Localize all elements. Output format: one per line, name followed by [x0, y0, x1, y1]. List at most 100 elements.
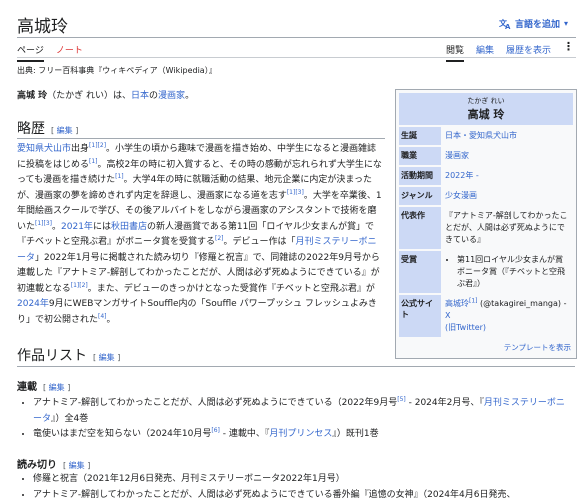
add-language-button[interactable]: 文 A 言語を追加 ▾: [499, 17, 568, 30]
ref-2[interactable]: [2]: [215, 235, 224, 242]
template-link[interactable]: テンプレートを表示: [399, 337, 573, 355]
link-akita-shoten[interactable]: 秋田書店: [111, 222, 147, 232]
ref-2[interactable]: [2]: [79, 282, 88, 289]
work-text: - 連載中、『: [219, 429, 270, 439]
list-item: アナトミア-解剖してわかったことだが、人間は必ず死ぬようにできている番外編『追憶…: [33, 488, 568, 498]
ref-5[interactable]: [5]: [397, 396, 406, 403]
career-text: 。: [106, 314, 116, 325]
ref-6[interactable]: [6]: [211, 427, 220, 434]
edit-section-oneshot[interactable]: [ 編集 ]: [63, 461, 90, 470]
tab-history[interactable]: 履歴を表示: [506, 43, 551, 56]
infobox-row-award: 受賞 第11回ロイヤル少女まんが賞ボニータ賞（『チベットと空飛ぶ君』）: [399, 249, 573, 293]
edit-label[interactable]: 編集: [99, 353, 115, 362]
work-text: 』）全4巻: [51, 413, 89, 424]
work-text: アナトミア-解剖してわかったことだが、人間は必ず死ぬようにできている（2022年…: [33, 398, 398, 408]
ref-1[interactable]: [1]: [89, 142, 98, 149]
link-mangaka[interactable]: 漫画家: [158, 91, 185, 101]
more-menu-icon[interactable]: ⋮: [563, 41, 574, 52]
infobox-key: 活動期間: [399, 167, 441, 185]
ref-2[interactable]: [2]: [98, 142, 107, 149]
ref-1[interactable]: [1]: [115, 173, 124, 180]
infobox-row-occupation: 職業 漫画家: [399, 145, 573, 165]
link-2024[interactable]: 2024年: [17, 299, 49, 309]
career-paragraph: 愛知県犬山市出身[1][2]。小学生の頃から趣味で漫画を描き始め、中学生になると…: [17, 142, 385, 328]
edit-section-serial[interactable]: [ 編集 ]: [43, 383, 70, 392]
works-divider: [17, 366, 575, 367]
subject-name: 高城 玲: [17, 91, 48, 101]
tab-edit[interactable]: 編集: [476, 43, 494, 56]
tab-talk[interactable]: ノート: [56, 43, 83, 62]
svg-text:A: A: [505, 23, 511, 29]
edit-label[interactable]: 編集: [49, 383, 65, 392]
edit-label[interactable]: 編集: [69, 461, 85, 470]
infobox-row-active: 活動期間 2022年 -: [399, 165, 573, 185]
infobox-key: 代表作: [399, 207, 441, 249]
work-text: 』）既刊1巻: [332, 429, 379, 439]
title-divider: [17, 37, 576, 38]
link-twitter[interactable]: (旧Twitter): [445, 323, 486, 332]
work-text: - 2024年2月号、『: [405, 398, 484, 408]
infobox-key: ジャンル: [399, 187, 441, 205]
ref-1[interactable]: [1]: [89, 158, 98, 165]
ref-1[interactable]: [1]: [469, 297, 478, 304]
infobox-val-website: 高城玲[1] (@takagirei_manga) - X (旧Twitter): [441, 295, 573, 337]
infobox-ruby: たかぎ れい: [467, 97, 505, 105]
infobox-name: 高城 玲: [467, 108, 505, 121]
infobox-val-active[interactable]: 2022年 -: [441, 167, 573, 185]
translate-icon: 文 A: [499, 18, 511, 29]
ref-3[interactable]: [3]: [44, 220, 53, 227]
page-title: 高城玲: [17, 17, 68, 37]
tab-read[interactable]: 閲覧: [445, 43, 464, 62]
edit-label[interactable]: 編集: [57, 126, 73, 135]
list-item: 修羅と祝言（2021年12月6日発売、月刊ミステリーボニータ2022年1月号）: [33, 472, 568, 488]
serial-list: アナトミア-解剖してわかったことだが、人間は必ず死ぬようにできている（2022年…: [33, 396, 568, 443]
edit-section-career[interactable]: [ 編集 ]: [51, 126, 78, 135]
ref-4[interactable]: [4]: [98, 313, 107, 320]
edit-section-works[interactable]: [ 編集 ]: [93, 353, 120, 362]
ref-1[interactable]: [1]: [71, 282, 80, 289]
section-heading-works: 作品リスト [ 編集 ]: [17, 345, 120, 365]
list-item: アナトミア-解剖してわかったことだが、人間は必ず死ぬようにできている（2022年…: [33, 396, 568, 427]
infobox-row-genre: ジャンル 少女漫画: [399, 185, 573, 205]
link-princess[interactable]: 月刊プリンセス: [269, 429, 332, 439]
infobox-val-genre[interactable]: 少女漫画: [441, 187, 573, 205]
link-2021[interactable]: 2021年: [61, 222, 93, 232]
infobox-row-notable: 代表作 『アナトミア-解剖してわかったことだが、人間は必ず死ぬようにできている』: [399, 205, 573, 249]
career-text: 。また、デビューのきっかけとなった受賞作『チベットと空飛ぶ君』が: [87, 283, 375, 294]
lead-paragraph: 高城 玲（たかぎ れい）は、日本の漫画家。: [17, 88, 194, 101]
infobox-header: たかぎ れい 高城 玲: [399, 93, 573, 125]
link-japan[interactable]: 日本: [131, 91, 149, 101]
career-divider: [17, 138, 385, 139]
infobox-val-occupation[interactable]: 漫画家: [441, 147, 573, 165]
infobox-key: 公式サイト: [399, 295, 441, 337]
career-text: 。: [52, 221, 62, 232]
source-line: 出典: フリー百科事典『ウィキペディア（Wikipedia）』: [17, 66, 217, 75]
infobox-val-award: 第11回ロイヤル少女まんが賞ボニータ賞（『チベットと空飛ぶ君』）: [441, 251, 573, 293]
career-text: 9月にWEBマンガサイトSouffle内の「Souffle パワープッシュ フレ…: [17, 299, 377, 325]
tab-page[interactable]: ページ: [17, 43, 44, 62]
website-handle: (@takagirei_manga) -: [477, 299, 567, 308]
oneshot-list: 修羅と祝言（2021年12月6日発売、月刊ミステリーボニータ2022年1月号） …: [33, 472, 568, 498]
subheading-oneshot: 読み切り [ 編集 ]: [17, 456, 90, 471]
tabs-divider: [17, 57, 576, 58]
work-text: 竜使いはまだ空を知らない（2024年10月号: [33, 429, 212, 439]
ref-1[interactable]: [1]: [35, 220, 44, 227]
lead-end: 。: [185, 91, 195, 101]
chevron-down-icon: ▾: [563, 19, 568, 28]
infobox-key: 職業: [399, 147, 441, 165]
list-item: 竜使いはまだ空を知らない（2024年10月号[6] - 連載中、『月刊プリンセス…: [33, 427, 568, 443]
infobox-val-birth[interactable]: 日本・愛知県犬山市: [441, 127, 573, 145]
infobox-key: 受賞: [399, 251, 441, 293]
career-heading-text: 略歴: [17, 121, 45, 137]
infobox-val-notable: 『アナトミア-解剖してわかったことだが、人間は必ず死ぬようにできている』: [445, 211, 568, 244]
link-inuyama[interactable]: 愛知県犬山市: [17, 144, 71, 154]
serial-heading-text: 連載: [17, 382, 37, 393]
subheading-serial: 連載 [ 編集 ]: [17, 378, 70, 393]
link-x[interactable]: X: [445, 311, 450, 320]
ref-3[interactable]: [3]: [295, 189, 304, 196]
link-official-site[interactable]: 高城玲: [445, 299, 469, 308]
infobox-row-website: 公式サイト 高城玲[1] (@takagirei_manga) - X (旧Twi…: [399, 293, 573, 337]
infobox-row-birth: 生誕 日本・愛知県犬山市: [399, 125, 573, 145]
career-text: 出身: [71, 144, 90, 154]
career-text: 。デビュー作は「: [223, 237, 296, 247]
